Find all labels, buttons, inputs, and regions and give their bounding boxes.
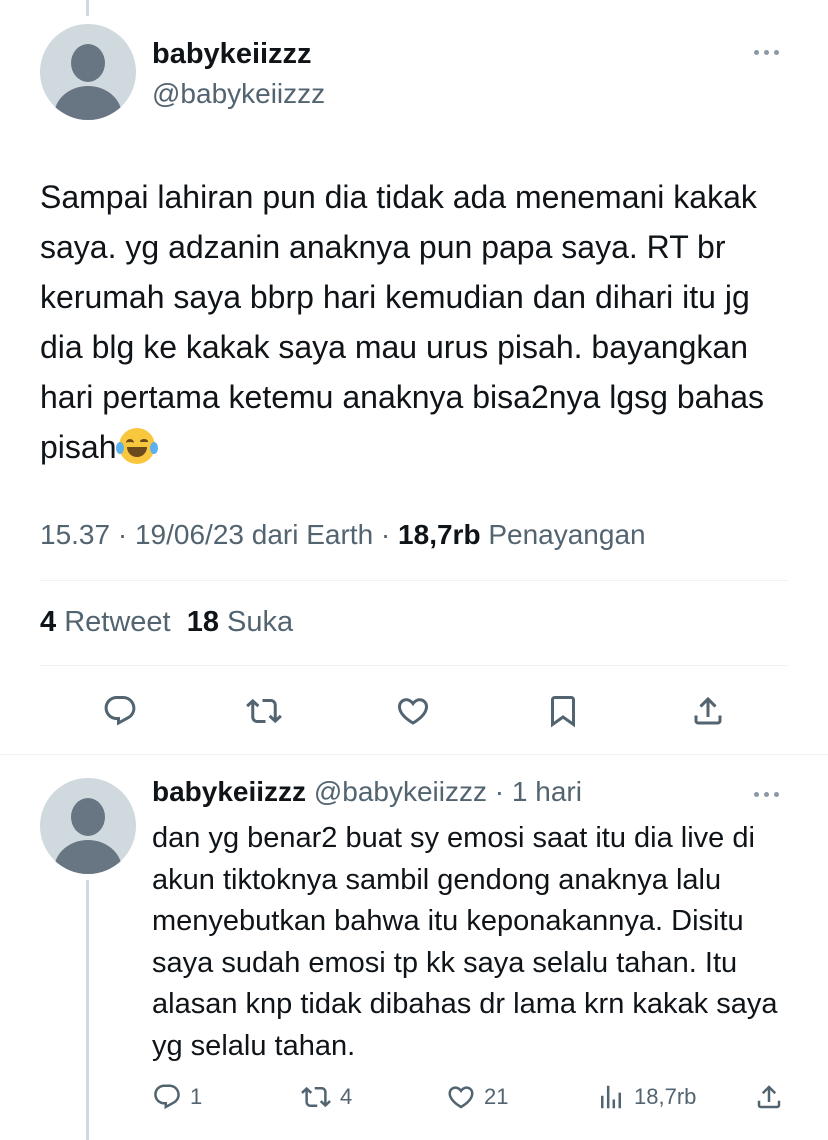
avatar[interactable] xyxy=(40,778,136,874)
reply-header: babykeiizzz @babykeiizzz · 1 hari xyxy=(152,776,582,808)
reply-icon[interactable] xyxy=(102,693,138,729)
like-count: 21 xyxy=(484,1084,509,1109)
share-icon[interactable] xyxy=(690,693,726,729)
display-name[interactable]: babykeiizzz xyxy=(152,776,306,807)
retweet-count: 4 xyxy=(340,1084,353,1109)
face-with-tears-of-joy-icon xyxy=(115,428,158,464)
more-icon[interactable] xyxy=(754,47,786,57)
display-name[interactable]: babykeiizzz xyxy=(152,38,312,71)
likes-count: 18 xyxy=(186,606,219,638)
divider xyxy=(40,580,788,581)
bookmark-icon[interactable] xyxy=(545,693,581,729)
retweets-count: 4 xyxy=(40,606,57,638)
thread-line-top xyxy=(86,0,89,16)
likes-label: Suka xyxy=(227,606,294,638)
retweets-label: Retweet xyxy=(64,606,171,638)
thread-line xyxy=(86,880,89,1140)
handle[interactable]: @babykeiizzz xyxy=(314,776,487,807)
tweet-time[interactable]: 15.37 xyxy=(40,519,110,550)
reply-text: dan yg benar2 buat sy emosi saat itu dia… xyxy=(152,822,778,1062)
views-count: 18,7rb xyxy=(398,519,481,550)
tweet-separator xyxy=(0,754,828,755)
avatar[interactable] xyxy=(40,24,136,120)
reply-button[interactable]: 1 xyxy=(152,1082,202,1112)
views-label: Penayangan xyxy=(488,519,646,550)
retweet-button[interactable]: 4 xyxy=(300,1082,352,1112)
reply-icon xyxy=(154,1084,180,1110)
tweet-meta: 15.37 · 19/06/23 dari Earth · 18,7rb Pen… xyxy=(40,519,646,550)
handle[interactable]: @babykeiizzz xyxy=(152,78,325,110)
tweet-source: dari Earth xyxy=(251,519,374,550)
more-icon[interactable] xyxy=(754,789,786,799)
views-icon xyxy=(601,1085,621,1109)
heart-icon xyxy=(448,1086,474,1109)
views-count: 18,7rb xyxy=(634,1084,697,1109)
tweet-date[interactable]: 19/06/23 xyxy=(135,519,244,550)
reply-count: 1 xyxy=(190,1084,203,1109)
separator-dot: · xyxy=(487,776,512,807)
like-button[interactable]: 21 xyxy=(446,1082,508,1112)
engagement-stats: 4 Retweet 18 Suka xyxy=(40,606,293,639)
retweet-icon[interactable] xyxy=(245,693,283,729)
retweet-icon xyxy=(301,1086,331,1108)
divider xyxy=(40,665,788,666)
likes-stat[interactable]: 18 Suka xyxy=(187,606,293,638)
tweet-text: Sampai lahiran pun dia tidak ada meneman… xyxy=(40,172,800,472)
share-button[interactable] xyxy=(754,1082,784,1112)
retweets-stat[interactable]: 4 Retweet xyxy=(40,606,171,638)
tweet-body: Sampai lahiran pun dia tidak ada meneman… xyxy=(40,179,764,465)
views-button[interactable]: 18,7rb xyxy=(596,1082,696,1112)
timestamp[interactable]: 1 hari xyxy=(512,776,582,807)
share-icon xyxy=(757,1085,781,1109)
heart-icon[interactable] xyxy=(395,693,431,729)
